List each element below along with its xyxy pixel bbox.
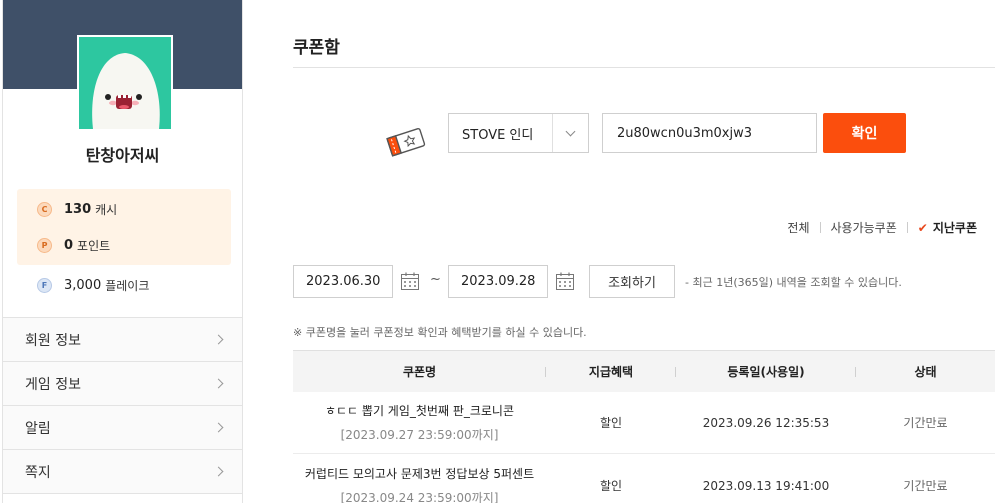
flake-value: 3,000 xyxy=(64,277,102,293)
sidebar-item-label: 알림 xyxy=(25,420,51,437)
chevron-right-icon xyxy=(213,422,224,433)
table-row: 커럽티드 모의고사 문제3번 정답보상 5퍼센트 [2023.09.24 23:… xyxy=(293,455,995,503)
point-value: 0 xyxy=(64,237,74,253)
coupon-name[interactable]: ㅎㄷㄷ 뽑기 게임_첫번째 판_크로니콘 xyxy=(293,402,546,419)
chevron-right-icon xyxy=(213,378,224,389)
coupon-name-cell[interactable]: ㅎㄷㄷ 뽑기 게임_첫번째 판_크로니콘 [2023.09.27 23:59:0… xyxy=(293,402,546,443)
status-cell: 기간만료 xyxy=(903,416,948,430)
coupon-usage-note: ※ 쿠폰명을 눌러 쿠폰정보 확인과 혜택받기를 하실 수 있습니다. xyxy=(293,326,587,339)
platform-select-value: STOVE 인디 xyxy=(462,127,534,143)
table-row: ㅎㄷㄷ 뽑기 게임_첫번째 판_크로니콘 [2023.09.27 23:59:0… xyxy=(293,392,995,454)
title-divider xyxy=(293,67,995,68)
avatar[interactable] xyxy=(77,35,173,131)
date-range-separator: ~ xyxy=(430,272,441,287)
filter-tab-available[interactable]: 사용가능쿠폰 xyxy=(831,219,897,236)
coupon-code-input[interactable] xyxy=(602,113,817,153)
sidebar-item-game-info[interactable]: 게임 정보 xyxy=(3,362,242,406)
coupon-box-main: 쿠폰함 STOVE 인디 확인 전체 사용가능쿠폰 ✔ 지난쿠폰 ~ xyxy=(293,0,995,503)
flake-coin-icon: F xyxy=(37,277,52,293)
calendar-icon[interactable] xyxy=(555,271,575,291)
sidebar-menu: 회원 정보 게임 정보 알림 쪽지 xyxy=(3,317,242,494)
page-title: 쿠폰함 xyxy=(293,38,340,58)
cash-coin-icon: C xyxy=(37,201,52,217)
confirm-button[interactable]: 확인 xyxy=(823,113,906,153)
search-button[interactable]: 조회하기 xyxy=(589,265,675,298)
flake-unit: 플레이크 xyxy=(105,278,150,293)
coupon-name[interactable]: 커럽티드 모의고사 문제3번 정답보상 5퍼센트 xyxy=(293,465,546,482)
sidebar-item-notifications[interactable]: 알림 xyxy=(3,406,242,450)
sidebar-item-messages[interactable]: 쪽지 xyxy=(3,450,242,494)
filter-tab-expired[interactable]: ✔ 지난쿠폰 xyxy=(918,219,977,236)
sidebar-item-member-info[interactable]: 회원 정보 xyxy=(3,318,242,362)
point-unit: 포인트 xyxy=(77,238,111,253)
point-row[interactable]: P 0 포인트 xyxy=(37,235,110,255)
cash-value: 130 xyxy=(64,201,92,217)
benefit-cell: 할인 xyxy=(599,416,623,430)
sidebar-item-label: 회원 정보 xyxy=(25,332,81,349)
calendar-icon[interactable] xyxy=(400,271,420,291)
search-range-note: - 최근 1년(365일) 내역을 조회할 수 있습니다. xyxy=(685,276,902,289)
end-date-input[interactable] xyxy=(448,265,548,298)
filter-tab-all[interactable]: 전체 xyxy=(787,219,809,236)
start-date-input[interactable] xyxy=(293,265,393,298)
cash-row[interactable]: C 130 캐시 xyxy=(37,199,117,219)
status-cell: 기간만료 xyxy=(903,479,948,493)
check-icon: ✔ xyxy=(917,220,928,235)
point-coin-icon: P xyxy=(37,237,52,253)
coupon-name-cell[interactable]: 커럽티드 모의고사 문제3번 정답보상 5퍼센트 [2023.09.24 23:… xyxy=(293,465,546,503)
sidebar-item-label: 쪽지 xyxy=(25,464,51,481)
username: 탄창아저씨 xyxy=(85,146,160,165)
column-header-benefit: 지급혜택 xyxy=(546,363,676,380)
column-header-registered-date: 등록일(사용일) xyxy=(676,363,856,380)
filter-divider xyxy=(819,222,821,233)
profile-sidebar: 탄창아저씨 C 130 캐시 P 0 포인트 F 3,000 플레이크 회원 정… xyxy=(2,0,243,503)
chevron-right-icon xyxy=(213,466,224,477)
column-header-coupon-name: 쿠폰명 xyxy=(293,363,546,380)
chevron-right-icon xyxy=(213,334,224,345)
ghost-avatar-icon xyxy=(79,37,171,129)
registered-date-cell: 2023.09.13 19:41:00 xyxy=(702,478,830,493)
registered-date-cell: 2023.09.26 12:35:53 xyxy=(702,415,830,430)
cash-unit: 캐시 xyxy=(95,202,118,217)
coupon-ticket-icon xyxy=(386,128,426,157)
filter-divider xyxy=(906,222,908,233)
coupon-expiry: [2023.09.24 23:59:00까지] xyxy=(340,491,499,503)
coupon-expiry: [2023.09.27 23:59:00까지] xyxy=(340,428,499,442)
column-header-status: 상태 xyxy=(914,365,937,379)
filter-tab-expired-label: 지난쿠폰 xyxy=(932,221,977,235)
coupon-filter-tabs: 전체 사용가능쿠폰 ✔ 지난쿠폰 xyxy=(787,219,977,236)
points-summary: C 130 캐시 P 0 포인트 xyxy=(17,189,231,265)
platform-select[interactable]: STOVE 인디 xyxy=(448,113,589,153)
flake-row[interactable]: F 3,000 플레이크 xyxy=(37,275,149,295)
sidebar-item-label: 게임 정보 xyxy=(25,376,81,393)
benefit-cell: 할인 xyxy=(599,479,623,493)
coupon-table-header: 쿠폰명 지급혜택 등록일(사용일) 상태 xyxy=(293,350,995,392)
chevron-down-icon xyxy=(552,114,588,152)
